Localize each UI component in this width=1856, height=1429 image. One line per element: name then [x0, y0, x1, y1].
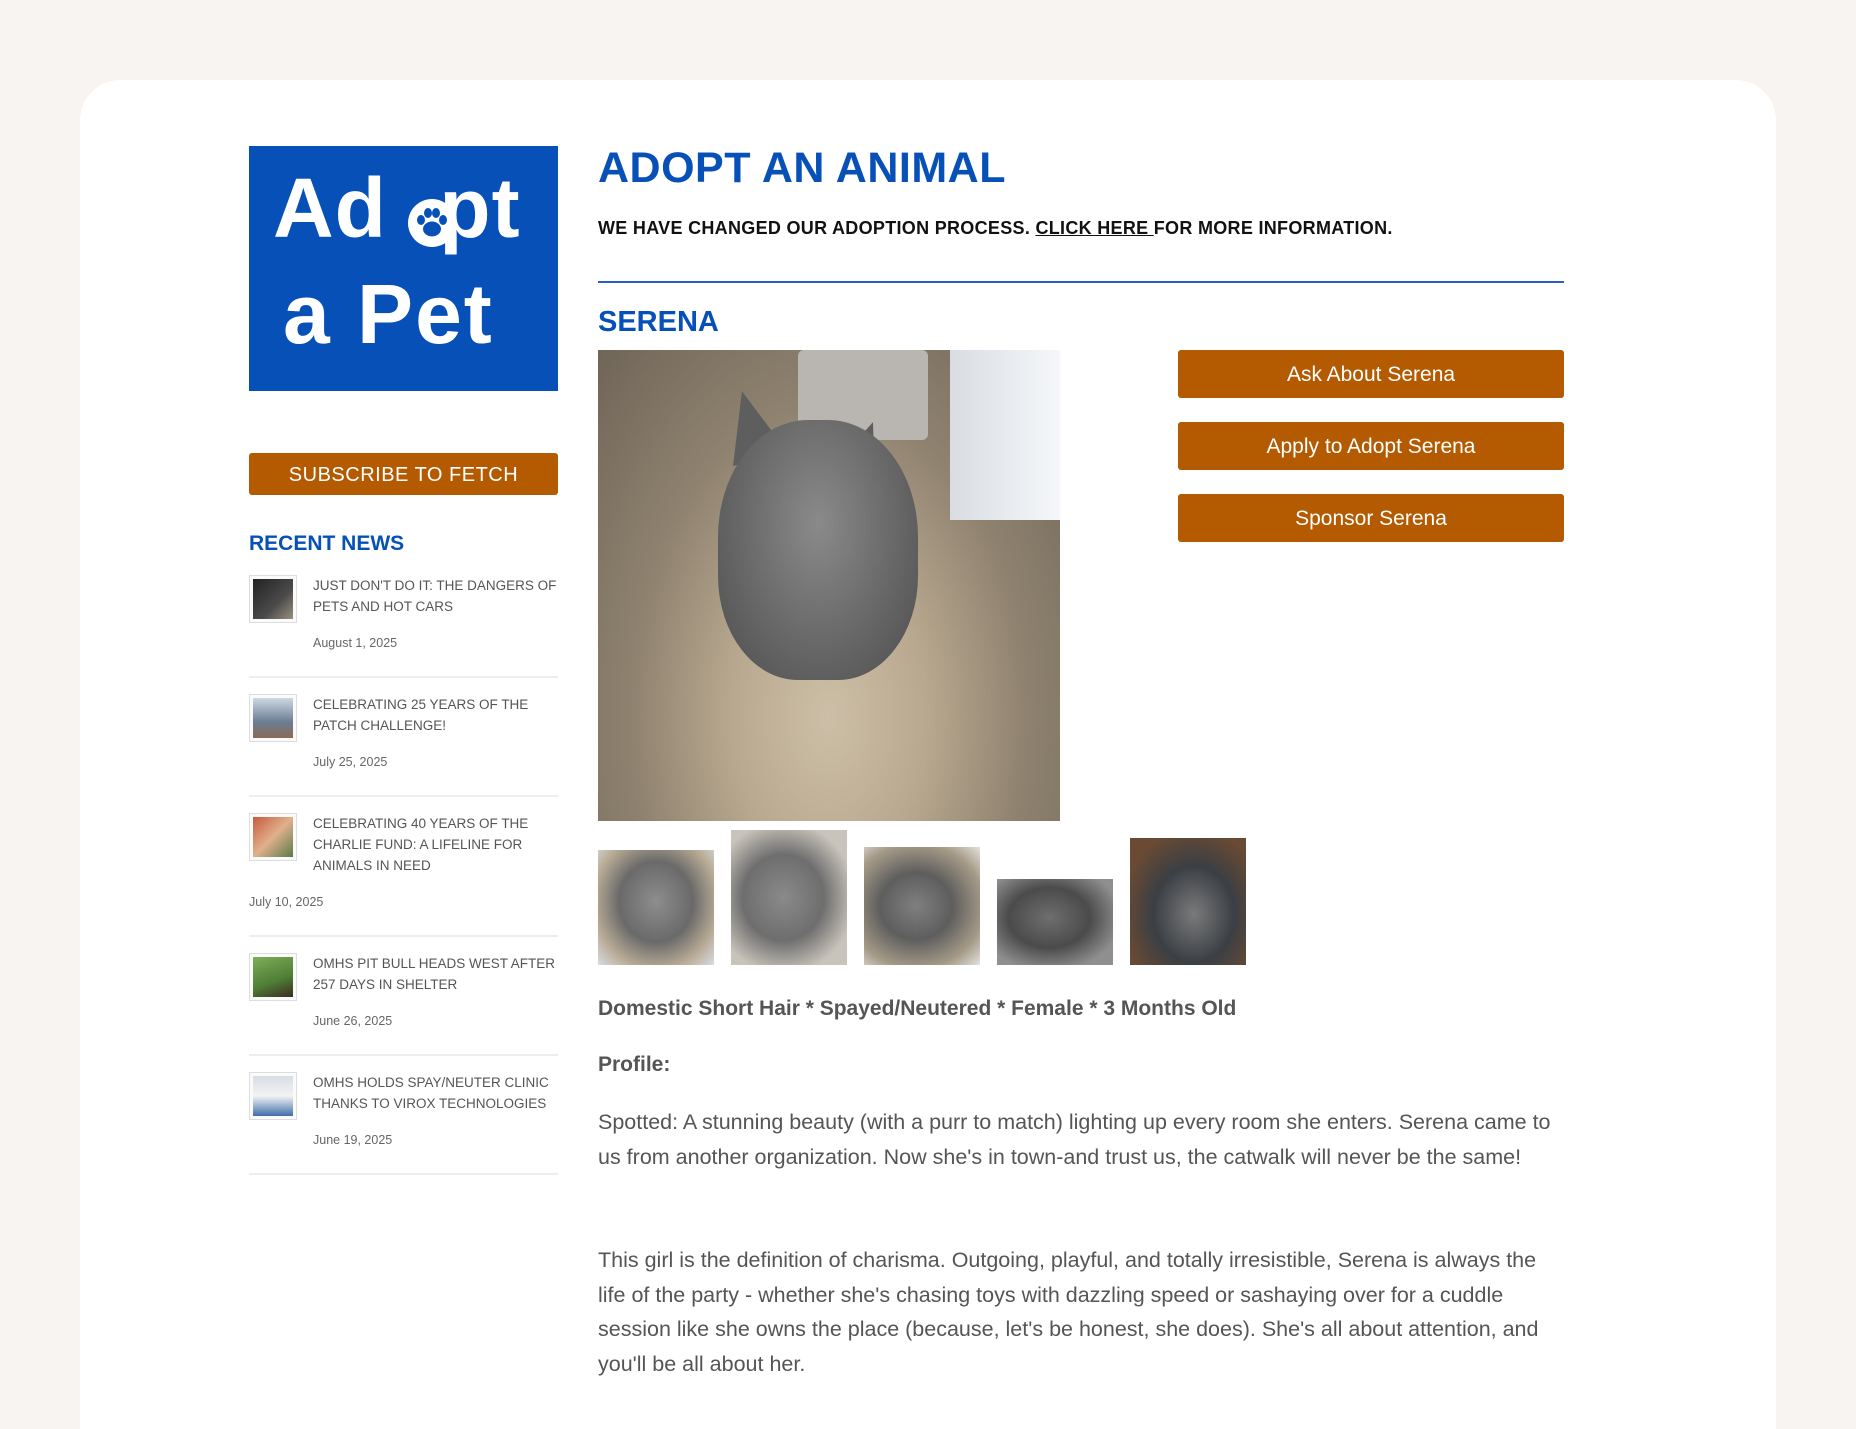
profile-label: Profile:: [598, 1053, 671, 1076]
subscribe-button[interactable]: SUBSCRIBE TO FETCH: [249, 453, 558, 495]
news-date: June 19, 2025: [313, 1133, 393, 1147]
pet-thumbnail[interactable]: [731, 830, 847, 965]
news-title[interactable]: OMHS PIT BULL HEADS WEST AFTER 257 DAYS …: [313, 953, 558, 995]
main-pet-photo[interactable]: [598, 350, 1060, 821]
adopt-a-pet-logo[interactable]: Adopt a Pet: [249, 146, 558, 391]
content-card: Adopt a Pet SUBSCRIBE TO FETCH RECENT NE…: [80, 80, 1776, 1429]
news-thumbnail[interactable]: [249, 953, 297, 1001]
news-title[interactable]: CELEBRATING 25 YEARS OF THE PATCH CHALLE…: [313, 694, 558, 736]
news-item[interactable]: CELEBRATING 25 YEARS OF THE PATCH CHALLE…: [249, 694, 558, 797]
news-thumbnail[interactable]: [249, 694, 297, 742]
apply-to-adopt-button[interactable]: Apply to Adopt Serena: [1178, 422, 1564, 470]
pet-specs: Domestic Short Hair * Spayed/Neutered * …: [598, 997, 1237, 1020]
notice-suffix: FOR MORE INFORMATION.: [1153, 218, 1393, 238]
click-here-link[interactable]: CLICK HERE: [1035, 218, 1153, 238]
logo-line-1: Adopt: [273, 161, 521, 255]
notice-prefix: WE HAVE CHANGED OUR ADOPTION PROCESS.: [598, 218, 1036, 238]
recent-news-heading: RECENT NEWS: [249, 532, 405, 555]
sponsor-button[interactable]: Sponsor Serena: [1178, 494, 1564, 542]
adoption-notice: WE HAVE CHANGED OUR ADOPTION PROCESS. CL…: [598, 218, 1393, 239]
news-title[interactable]: JUST DON'T DO IT: THE DANGERS OF PETS AN…: [313, 575, 558, 617]
news-date: July 10, 2025: [249, 895, 324, 909]
pet-name-heading: SERENA: [598, 306, 719, 338]
news-title[interactable]: CELEBRATING 40 YEARS OF THE CHARLIE FUND…: [313, 813, 558, 876]
news-thumbnail[interactable]: [249, 1072, 297, 1120]
pet-thumbnail[interactable]: [997, 879, 1113, 965]
news-date: July 25, 2025: [313, 755, 388, 769]
photo-cat: [718, 420, 918, 680]
pet-thumbnail[interactable]: [598, 850, 714, 965]
paw-icon: [408, 199, 456, 247]
news-item[interactable]: CELEBRATING 40 YEARS OF THE CHARLIE FUND…: [249, 813, 558, 937]
page-title: ADOPT AN ANIMAL: [598, 144, 1007, 192]
profile-paragraph: This girl is the definition of charisma.…: [598, 1248, 1539, 1376]
news-date: August 1, 2025: [313, 636, 398, 650]
profile-paragraph: Spotted: A stunning beauty (with a purr …: [598, 1110, 1551, 1169]
news-title[interactable]: OMHS HOLDS SPAY/NEUTER CLINIC THANKS TO …: [313, 1072, 558, 1114]
news-thumbnail[interactable]: [249, 813, 297, 861]
news-item[interactable]: OMHS PIT BULL HEADS WEST AFTER 257 DAYS …: [249, 953, 558, 1056]
pet-thumbnail[interactable]: [1130, 838, 1246, 965]
news-item[interactable]: OMHS HOLDS SPAY/NEUTER CLINIC THANKS TO …: [249, 1072, 558, 1175]
divider: [598, 281, 1564, 283]
ask-about-button[interactable]: Ask About Serena: [1178, 350, 1564, 398]
news-thumbnail[interactable]: [249, 575, 297, 623]
news-item[interactable]: JUST DON'T DO IT: THE DANGERS OF PETS AN…: [249, 575, 558, 678]
logo-line-2: a Pet: [283, 267, 494, 361]
news-date: June 26, 2025: [313, 1014, 393, 1028]
photo-window: [950, 350, 1060, 520]
pet-thumbnail[interactable]: [864, 847, 980, 965]
